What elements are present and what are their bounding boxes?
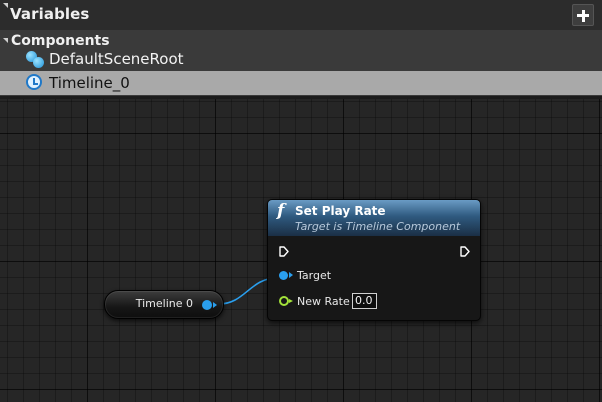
add-variable-button[interactable] xyxy=(572,4,594,26)
new-rate-input-pin[interactable] xyxy=(279,296,293,306)
timeline-variable-node[interactable]: Timeline 0 xyxy=(104,290,224,319)
graph-canvas[interactable]: Timeline 0 f Set Play Rate Target is Tim… xyxy=(0,99,602,402)
variables-header[interactable]: Variables xyxy=(0,0,602,31)
scene-root-icon xyxy=(26,51,46,69)
component-item-defaultsceneroot[interactable]: DefaultSceneRoot xyxy=(0,48,602,70)
component-label: Timeline_0 xyxy=(49,74,130,92)
target-input-pin[interactable] xyxy=(279,271,293,280)
target-pin-label: Target xyxy=(297,269,332,282)
exec-input-pin-icon[interactable] xyxy=(279,246,289,257)
timeline-clock-icon xyxy=(26,74,42,90)
components-header[interactable]: Components xyxy=(0,33,602,49)
components-title: Components xyxy=(11,33,110,49)
component-item-timeline[interactable]: Timeline_0 xyxy=(0,71,602,95)
node-title: Set Play Rate xyxy=(295,204,386,218)
variable-node-label: Timeline 0 xyxy=(135,297,193,310)
blueprint-editor: Variables Components DefaultSceneRoot Ti… xyxy=(0,0,602,402)
node-subtitle: Target is Timeline Component xyxy=(295,220,461,233)
set-play-rate-node[interactable]: f Set Play Rate Target is Timeline Compo… xyxy=(267,199,481,321)
expand-triangle-icon[interactable] xyxy=(3,38,8,43)
variables-title: Variables xyxy=(10,5,90,23)
collapse-triangle-icon[interactable] xyxy=(3,3,8,8)
new-rate-pin-label: New Rate xyxy=(297,295,350,308)
new-rate-value-field[interactable]: 0.0 xyxy=(352,293,377,309)
component-label: DefaultSceneRoot xyxy=(49,50,184,68)
object-output-pin[interactable] xyxy=(202,300,217,310)
node-header: f Set Play Rate Target is Timeline Compo… xyxy=(268,200,480,236)
components-section: Components DefaultSceneRoot Timeline_0 xyxy=(0,30,602,96)
function-f-icon: f xyxy=(277,201,285,221)
exec-output-pin-icon[interactable] xyxy=(460,246,470,257)
